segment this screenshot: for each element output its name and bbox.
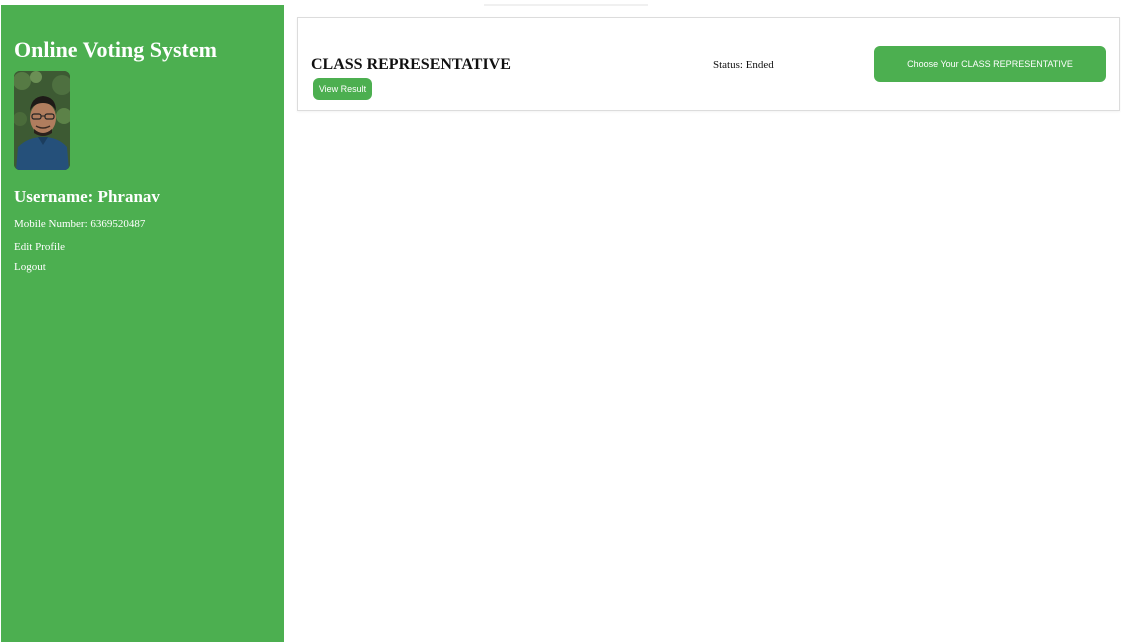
username: Username: Phranav [14,187,160,206]
election-card: CLASS REPRESENTATIVE View Result Status:… [297,17,1120,111]
page: Online Voting System Username: Phranav M… [0,0,1121,642]
view-result-button[interactable]: View Result [313,78,372,100]
election-status: Status: Ended [713,59,774,71]
app-title: Online Voting System [14,37,217,62]
choose-candidate-button[interactable]: Choose Your CLASS REPRESENTATIVE [874,46,1106,82]
edit-profile-link[interactable]: Edit Profile [14,240,65,254]
sidebar: Online Voting System Username: Phranav M… [1,5,284,642]
mobile-number: Mobile Number: 6369520487 [14,218,146,230]
logout-link[interactable]: Logout [14,260,46,274]
user-photo-icon [14,71,70,170]
election-title: CLASS REPRESENTATIVE [311,56,511,73]
avatar [14,71,70,170]
divider [484,4,648,6]
